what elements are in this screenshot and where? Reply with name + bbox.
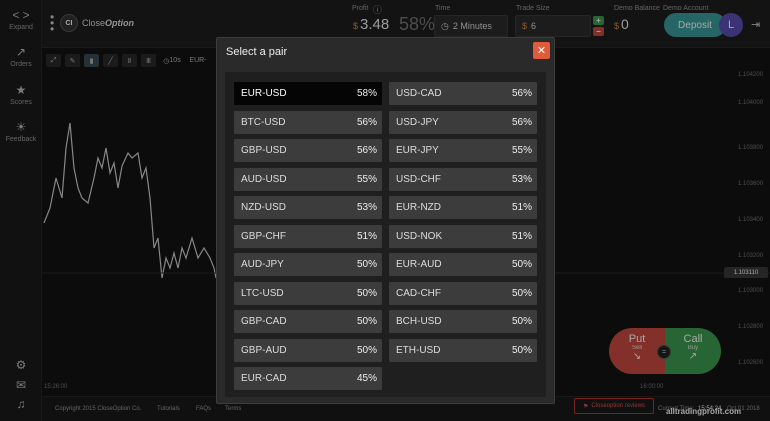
pair-payout: 50% bbox=[356, 287, 377, 299]
pair-name: GBP-AUD bbox=[241, 344, 287, 356]
pair-payout: 56% bbox=[511, 116, 532, 128]
pair-option-eur-jpy[interactable]: EUR-JPY 55% bbox=[389, 139, 537, 162]
pair-name: USD-CAD bbox=[396, 88, 442, 99]
pair-option-usd-cad[interactable]: USD-CAD 56% bbox=[389, 82, 537, 105]
pair-option-cad-chf[interactable]: CAD-CHF 50% bbox=[389, 281, 537, 305]
pair-option-gbp-chf[interactable]: GBP-CHF 51% bbox=[234, 224, 382, 248]
pair-payout: 50% bbox=[511, 287, 532, 299]
pair-option-gbp-usd[interactable]: GBP-USD 56% bbox=[234, 139, 382, 162]
pair-name: USD-CHF bbox=[396, 173, 441, 185]
pair-name: EUR-NZD bbox=[396, 202, 441, 213]
pair-payout: 50% bbox=[356, 316, 377, 327]
pair-name: GBP-USD bbox=[241, 145, 287, 156]
pair-list: EUR-USD 58% USD-CAD 56% BTC-USD 56% USD-JPY 56%… bbox=[225, 72, 546, 397]
pair-payout: 50% bbox=[511, 344, 532, 356]
pair-option-aud-jpy[interactable]: AUD-JPY 50% bbox=[234, 253, 382, 276]
close-button[interactable]: ✕ bbox=[533, 42, 550, 59]
pair-name: NZD-USD bbox=[241, 202, 286, 213]
pair-name: EUR-AUD bbox=[396, 259, 442, 270]
pair-name: AUD-JPY bbox=[241, 259, 284, 270]
pair-name: USD-NOK bbox=[396, 230, 443, 242]
pair-payout: 50% bbox=[356, 344, 377, 356]
pair-name: EUR-CAD bbox=[241, 373, 287, 384]
pair-payout: 56% bbox=[356, 145, 377, 156]
select-pair-dialog: Select a pair ✕ EUR-USD 58% USD-CAD 56% BTC-… bbox=[216, 37, 555, 404]
pair-payout: 55% bbox=[356, 173, 377, 185]
pair-payout: 53% bbox=[511, 173, 532, 185]
pair-name: GBP-CAD bbox=[241, 316, 287, 327]
pair-payout: 51% bbox=[511, 230, 532, 242]
pair-option-gbp-cad[interactable]: GBP-CAD 50% bbox=[234, 310, 382, 333]
pair-option-gbp-aud[interactable]: GBP-AUD 50% bbox=[234, 338, 382, 362]
pair-name: GBP-CHF bbox=[241, 230, 286, 242]
pair-name: CAD-CHF bbox=[396, 287, 441, 299]
pair-option-usd-chf[interactable]: USD-CHF 53% bbox=[389, 167, 537, 191]
pair-payout: 56% bbox=[356, 116, 377, 128]
dialog-title: Select a pair bbox=[226, 46, 288, 58]
pair-option-usd-nok[interactable]: USD-NOK 51% bbox=[389, 224, 537, 248]
close-icon: ✕ bbox=[536, 45, 547, 57]
pair-option-eur-aud[interactable]: EUR-AUD 50% bbox=[389, 253, 537, 276]
pair-option-ltc-usd[interactable]: LTC-USD 50% bbox=[234, 281, 382, 305]
pair-name: USD-JPY bbox=[396, 116, 439, 128]
pair-name: BCH-USD bbox=[396, 316, 442, 327]
pair-payout: 58% bbox=[356, 88, 377, 99]
pair-payout: 45% bbox=[356, 373, 377, 384]
pair-payout: 53% bbox=[356, 202, 377, 213]
pair-option-eth-usd[interactable]: ETH-USD 50% bbox=[389, 338, 537, 362]
pair-option-eur-usd[interactable]: EUR-USD 58% bbox=[234, 82, 382, 105]
pair-option-eur-cad[interactable]: EUR-CAD 45% bbox=[234, 367, 382, 390]
pair-name: EUR-USD bbox=[241, 88, 287, 99]
pair-payout: 55% bbox=[511, 145, 532, 156]
pair-option-bch-usd[interactable]: BCH-USD 50% bbox=[389, 310, 537, 333]
pair-payout: 50% bbox=[356, 259, 377, 270]
pair-payout: 50% bbox=[511, 259, 532, 270]
pair-grid: EUR-USD 58% USD-CAD 56% BTC-USD 56% USD-JPY 56%… bbox=[234, 82, 537, 390]
pair-payout: 50% bbox=[511, 316, 532, 327]
pair-name: AUD-USD bbox=[241, 173, 287, 185]
pair-name: ETH-USD bbox=[396, 344, 441, 356]
pair-name: BTC-USD bbox=[241, 116, 286, 128]
pair-payout: 51% bbox=[511, 202, 532, 213]
pair-payout: 56% bbox=[511, 88, 532, 99]
pair-name: LTC-USD bbox=[241, 287, 284, 299]
pair-option-nzd-usd[interactable]: NZD-USD 53% bbox=[234, 196, 382, 219]
pair-option-btc-usd[interactable]: BTC-USD 56% bbox=[234, 110, 382, 134]
pair-payout: 51% bbox=[356, 230, 377, 242]
pair-option-aud-usd[interactable]: AUD-USD 55% bbox=[234, 167, 382, 191]
pair-option-usd-jpy[interactable]: USD-JPY 56% bbox=[389, 110, 537, 134]
pair-name: EUR-JPY bbox=[396, 145, 439, 156]
pair-option-eur-nzd[interactable]: EUR-NZD 51% bbox=[389, 196, 537, 219]
